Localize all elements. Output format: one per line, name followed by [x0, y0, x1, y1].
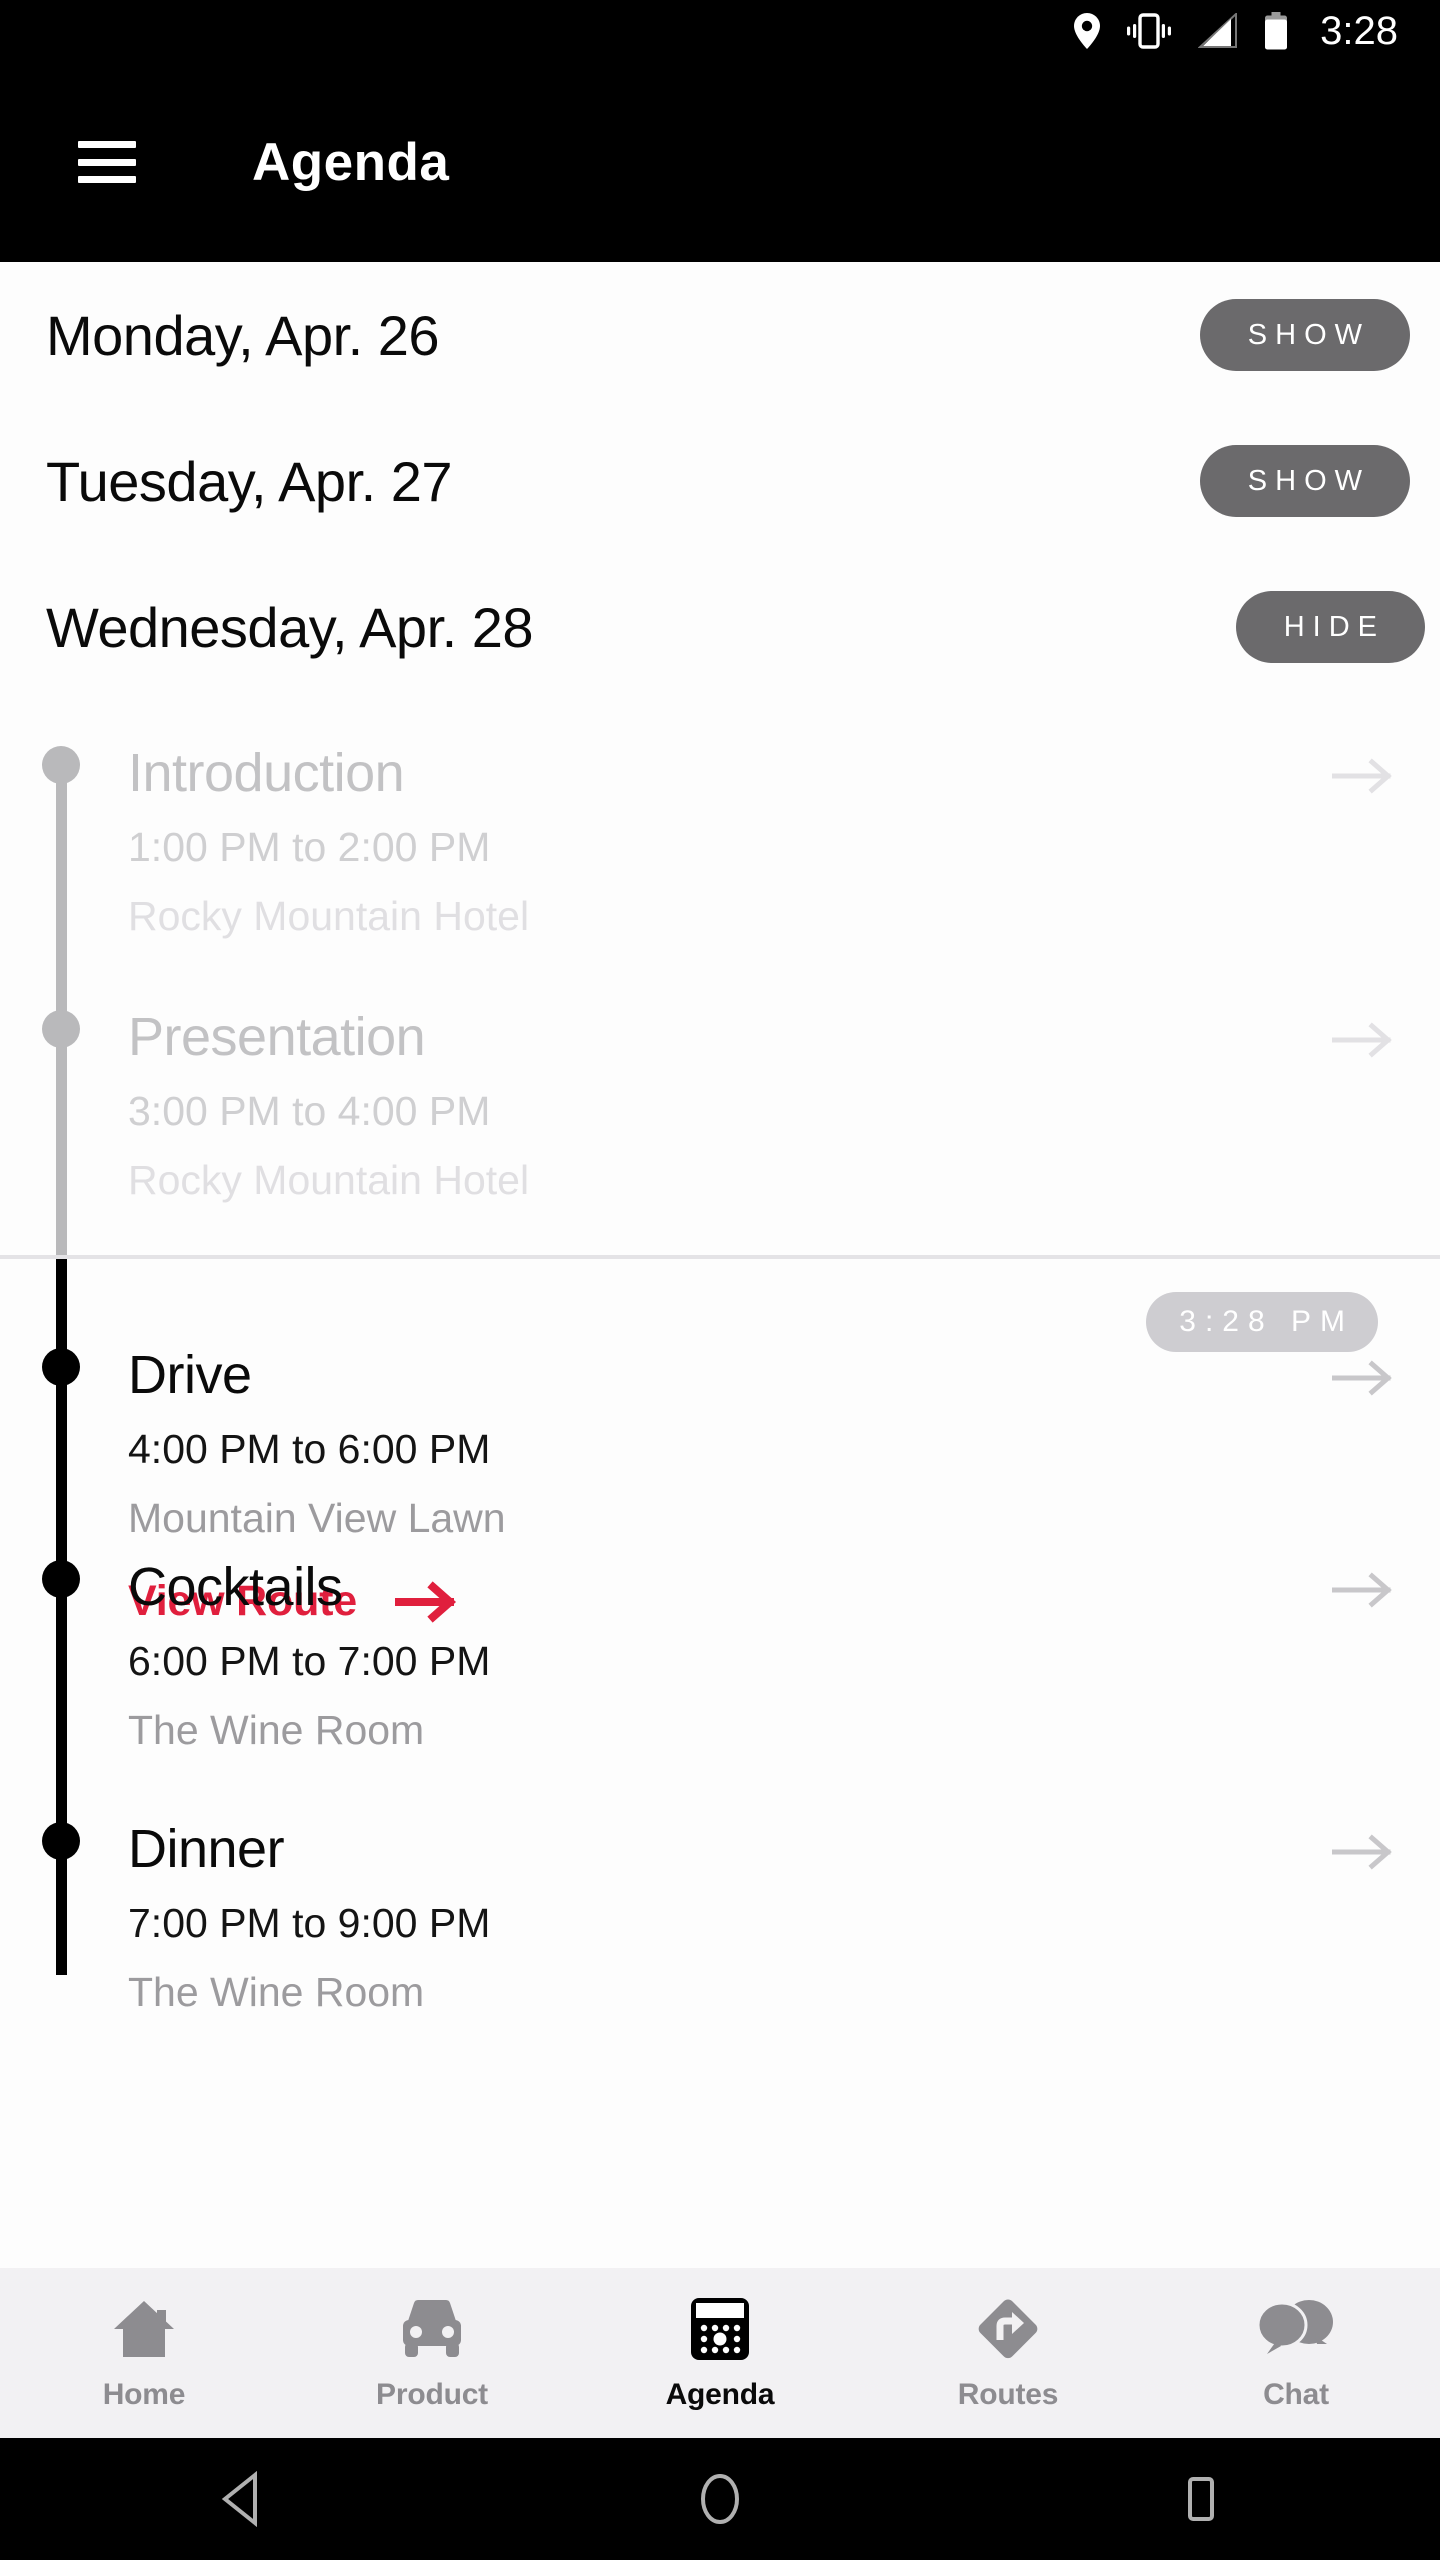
tab-routes[interactable]: Routes	[864, 2294, 1152, 2412]
event-title: Dinner	[128, 1819, 285, 1879]
agenda-event-cocktails[interactable]: Cocktails 6:00 PM to 7:00 PM The Wine Ro…	[0, 1560, 1440, 1751]
arrow-right-icon[interactable]	[1331, 1020, 1394, 1060]
agenda-timeline: Introduction 1:00 PM to 2:00 PM Rocky Mo…	[0, 262, 1440, 2062]
status-bar-clock: 3:28	[1320, 8, 1398, 53]
calendar-icon	[689, 2294, 751, 2364]
agenda-content: Monday, Apr. 26 SHOW Tuesday, Apr. 27 SH…	[0, 262, 1440, 2268]
tab-label: Chat	[1263, 2378, 1329, 2411]
current-time-badge: 3:28 PM	[1146, 1292, 1378, 1352]
event-location: Rocky Mountain Hotel	[128, 893, 530, 939]
recents-square-icon[interactable]	[1100, 2438, 1300, 2560]
event-time: 6:00 PM to 7:00 PM	[128, 1638, 491, 1684]
timeline-dot	[42, 746, 80, 784]
event-title: Drive	[128, 1345, 252, 1405]
chat-icon	[1257, 2294, 1335, 2364]
car-icon	[395, 2294, 469, 2364]
now-divider	[0, 1255, 1440, 1259]
home-circle-icon[interactable]	[620, 2438, 820, 2560]
event-body: Introduction 1:00 PM to 2:00 PM Rocky Mo…	[128, 746, 1440, 937]
location-pin-icon	[1074, 13, 1101, 49]
event-location: The Wine Room	[128, 1707, 425, 1753]
app-bar: Agenda	[0, 62, 1440, 262]
app-screen: 3:28 Agenda Monday, Apr. 26 SHOW Tuesday…	[0, 0, 1440, 2560]
route-icon	[974, 2294, 1042, 2364]
agenda-event-introduction[interactable]: Introduction 1:00 PM to 2:00 PM Rocky Mo…	[0, 746, 1440, 937]
timeline-dot	[42, 1560, 80, 1598]
hamburger-menu-icon[interactable]	[78, 141, 136, 183]
event-location: Mountain View Lawn	[128, 1495, 506, 1541]
tab-agenda[interactable]: Agenda	[576, 2294, 864, 2412]
event-time: 7:00 PM to 9:00 PM	[128, 1900, 491, 1946]
event-body: Presentation 3:00 PM to 4:00 PM Rocky Mo…	[128, 1010, 1440, 1201]
android-status-bar: 3:28	[0, 0, 1440, 62]
agenda-event-dinner[interactable]: Dinner 7:00 PM to 9:00 PM The Wine Room	[0, 1822, 1440, 2013]
event-time: 1:00 PM to 2:00 PM	[128, 824, 491, 870]
home-icon	[111, 2294, 177, 2364]
tab-chat[interactable]: Chat	[1152, 2294, 1440, 2412]
bottom-tab-bar: Home Product Agenda Routes Chat	[0, 2268, 1440, 2438]
event-title: Introduction	[128, 743, 405, 803]
page-title: Agenda	[252, 132, 450, 192]
vibrate-icon	[1126, 13, 1172, 49]
arrow-right-icon[interactable]	[1331, 1832, 1394, 1872]
event-title: Cocktails	[128, 1557, 343, 1617]
event-time: 3:00 PM to 4:00 PM	[128, 1088, 491, 1134]
agenda-event-presentation[interactable]: Presentation 3:00 PM to 4:00 PM Rocky Mo…	[0, 1010, 1440, 1201]
timeline-dot	[42, 1010, 80, 1048]
tab-label: Product	[376, 2378, 488, 2411]
timeline-dot	[42, 1822, 80, 1860]
tab-label: Agenda	[665, 2378, 775, 2411]
event-time: 4:00 PM to 6:00 PM	[128, 1426, 491, 1472]
tab-product[interactable]: Product	[288, 2294, 576, 2412]
arrow-right-icon[interactable]	[1331, 1570, 1394, 1610]
battery-icon	[1264, 12, 1288, 50]
event-location: Rocky Mountain Hotel	[128, 1157, 530, 1203]
tab-label: Routes	[957, 2378, 1059, 2411]
arrow-right-icon[interactable]	[1331, 1358, 1394, 1398]
tab-label: Home	[102, 2378, 186, 2411]
event-body: Cocktails 6:00 PM to 7:00 PM The Wine Ro…	[128, 1560, 1440, 1751]
signal-icon	[1198, 13, 1238, 49]
tab-home[interactable]: Home	[0, 2294, 288, 2412]
android-nav-bar	[0, 2438, 1440, 2560]
event-body: Dinner 7:00 PM to 9:00 PM The Wine Room	[128, 1822, 1440, 2013]
timeline-dot	[42, 1348, 80, 1386]
back-triangle-icon[interactable]	[140, 2438, 340, 2560]
event-location: The Wine Room	[128, 1969, 425, 2015]
arrow-right-icon[interactable]	[1331, 756, 1394, 796]
event-title: Presentation	[128, 1007, 426, 1067]
